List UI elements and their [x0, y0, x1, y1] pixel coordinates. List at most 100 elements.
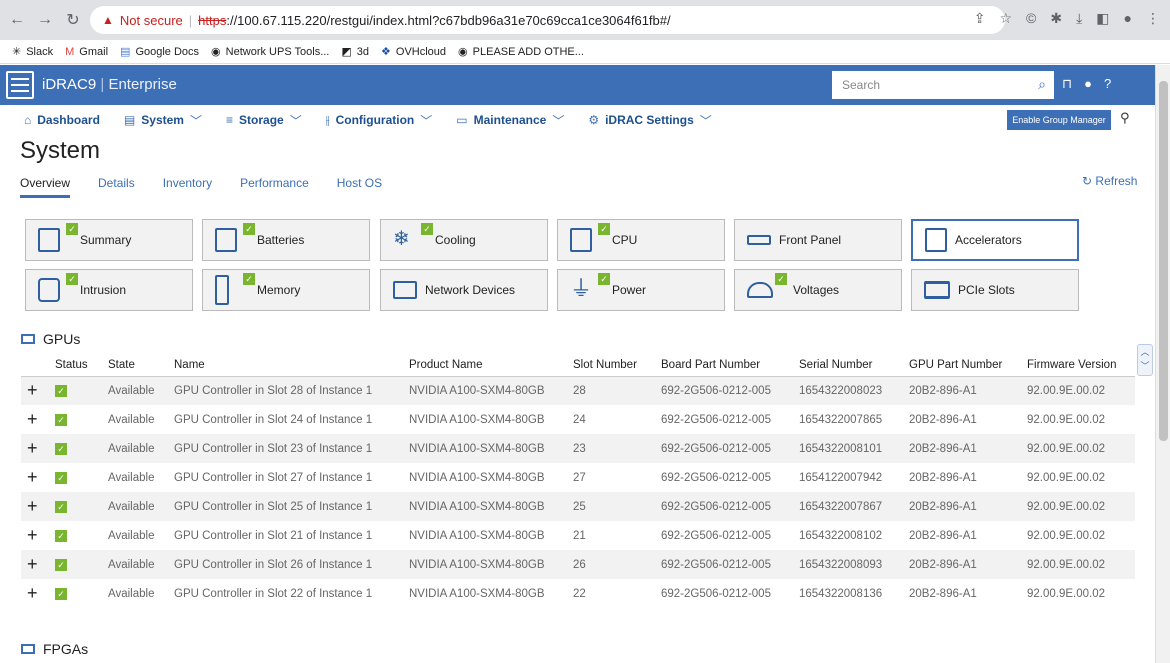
menu-maintenance[interactable]: ▭ Maintenance ﹀	[456, 112, 564, 129]
tile-front-panel[interactable]: Front Panel	[734, 219, 902, 261]
tile-voltages[interactable]: ✓ Voltages	[734, 269, 902, 311]
help-icon[interactable]: ?	[1104, 76, 1111, 92]
table-row[interactable]: + ✓ Available GPU Controller in Slot 21 of …	[21, 521, 1135, 550]
table-cell: 20B2-896-A1	[909, 550, 1027, 579]
col-board-part-number[interactable]: Board Part Number	[661, 354, 799, 377]
table-row[interactable]: + ✓ Available GPU Controller in Slot 26 of …	[21, 550, 1135, 579]
slack-icon: ✳	[12, 46, 22, 58]
tile-intrusion[interactable]: ✓ Intrusion	[25, 269, 193, 311]
back-icon[interactable]: ←	[6, 11, 28, 29]
tile-cooling[interactable]: ❄ ✓ Cooling	[380, 219, 548, 261]
bookmark-docs[interactable]: ▤ Google Docs	[120, 45, 199, 59]
more-icon[interactable]: ⋮	[1146, 10, 1160, 27]
network-icon	[393, 281, 417, 299]
pin-icon[interactable]: ⚲	[1120, 110, 1130, 126]
menu-dashboard[interactable]: ⌂ Dashboard	[24, 113, 100, 127]
sidepanel-icon[interactable]: ◧	[1096, 10, 1109, 27]
profile-icon[interactable]: ●	[1124, 10, 1132, 27]
chevron-down-icon[interactable]: ﹀	[1140, 361, 1149, 371]
expand-icon[interactable]: +	[21, 550, 55, 579]
col-status[interactable]: Status	[55, 354, 108, 377]
tile-cpu[interactable]: ✓ CPU	[557, 219, 725, 261]
expand-icon[interactable]: +	[21, 492, 55, 521]
cpu-icon	[570, 228, 592, 252]
page-scrollbar[interactable]	[1155, 65, 1170, 663]
chevron-down-icon: ﹀	[699, 113, 712, 128]
pcie-icon	[924, 281, 950, 299]
star-icon[interactable]: ☆	[999, 10, 1012, 27]
menu-configuration[interactable]: ⫲ Configuration ﹀	[326, 112, 433, 129]
col-firmware-version[interactable]: Firmware Version	[1027, 354, 1135, 377]
table-cell: Available	[108, 492, 174, 521]
tile-power[interactable]: ⏚ ✓ Power	[557, 269, 725, 311]
idrac-header: iDRAC9 | Enterprise Search ⌕ ⊓ ● ?	[0, 65, 1155, 105]
table-scroll-control[interactable]: ︿ ﹀	[1137, 344, 1153, 376]
bookmark-gmail[interactable]: M Gmail	[65, 46, 108, 58]
table-cell: NVIDIA A100-SXM4-80GB	[409, 529, 545, 542]
table-row[interactable]: + ✓ Available GPU Controller in Slot 25 of …	[21, 492, 1135, 521]
menu-system[interactable]: ▤ System ﹀	[124, 112, 202, 129]
globe-icon: ◉	[458, 46, 468, 58]
reload-icon[interactable]: ↻	[62, 10, 84, 30]
forward-icon[interactable]: →	[34, 11, 56, 29]
expand-icon[interactable]: +	[21, 579, 55, 608]
tab-host-os[interactable]: Host OS	[337, 176, 382, 198]
tile-network-devices[interactable]: Network Devices	[380, 269, 548, 311]
refresh-button[interactable]: ↻ Refresh	[1082, 174, 1137, 188]
bookmark-3d[interactable]: ◩ 3d	[341, 45, 369, 59]
share-icon[interactable]: ⇪	[974, 10, 986, 27]
bookmark-slack[interactable]: ✳ Slack	[12, 45, 53, 59]
table-cell: 92.00.9E.00.02	[1027, 587, 1106, 600]
table-row[interactable]: + ✓ Available GPU Controller in Slot 28 of …	[21, 376, 1135, 405]
menu-storage[interactable]: ≡ Storage ﹀	[226, 112, 302, 129]
table-row[interactable]: + ✓ Available GPU Controller in Slot 23 of …	[21, 434, 1135, 463]
table-cell: 692-2G506-0212-005	[661, 492, 799, 521]
ok-check-icon: ✓	[66, 223, 78, 235]
menu-idrac-settings[interactable]: ⚙ iDRAC Settings ﹀	[588, 112, 711, 129]
tab-performance[interactable]: Performance	[240, 176, 309, 198]
expand-icon[interactable]: +	[21, 434, 55, 463]
chevron-up-icon[interactable]: ︿	[1140, 347, 1149, 357]
expand-icon[interactable]: +	[21, 405, 55, 434]
download-icon[interactable]: ⤓	[1076, 10, 1082, 27]
search-input[interactable]: Search ⌕	[832, 71, 1054, 99]
tab-inventory[interactable]: Inventory	[163, 176, 212, 198]
tile-memory[interactable]: ✓ Memory	[202, 269, 370, 311]
expand-icon[interactable]: +	[21, 521, 55, 550]
col-name[interactable]: Name	[174, 354, 409, 377]
table-cell: 692-2G506-0212-005	[661, 434, 799, 463]
col-product-name[interactable]: Product Name	[409, 354, 573, 377]
snowflake-icon: ❄	[393, 228, 410, 250]
tile-pcie-slots[interactable]: PCIe Slots	[911, 269, 1079, 311]
address-bar[interactable]: ▲ Not secure | https ://100.67.115.220/r…	[90, 6, 1005, 34]
col-slot-number[interactable]: Slot Number	[573, 354, 661, 377]
col-state[interactable]: State	[108, 354, 174, 377]
tile-batteries[interactable]: ✓ Batteries	[202, 219, 370, 261]
ok-check-icon: ✓	[598, 273, 610, 285]
table-row[interactable]: + ✓ Available GPU Controller in Slot 24 of …	[21, 405, 1135, 434]
extension-icon[interactable]: ©	[1026, 10, 1036, 27]
tile-summary[interactable]: ✓ Summary	[25, 219, 193, 261]
bookmark-ovh[interactable]: ❖ OVHcloud	[381, 45, 446, 59]
puzzle-icon[interactable]: ✱	[1050, 10, 1062, 27]
bookmark-other[interactable]: ◉ PLEASE ADD OTHE...	[458, 45, 584, 59]
server-icon: ▤	[123, 113, 136, 127]
scrollbar-thumb[interactable]	[1159, 81, 1168, 441]
memory-icon	[215, 275, 229, 305]
expand-icon[interactable]: +	[21, 376, 55, 405]
table-row[interactable]: + ✓ Available GPU Controller in Slot 27 of …	[21, 463, 1135, 492]
col-gpu-part-number[interactable]: GPU Part Number	[909, 354, 1027, 377]
tile-accelerators[interactable]: Accelerators	[911, 219, 1079, 261]
bookmark-nut[interactable]: ◉ Network UPS Tools...	[211, 45, 329, 59]
chevron-down-icon: ﹀	[420, 113, 433, 128]
user-icon[interactable]: ●	[1084, 76, 1092, 92]
enable-group-manager-button[interactable]: Enable Group Manager	[1007, 110, 1111, 130]
lock-icon[interactable]: ⊓	[1062, 76, 1072, 92]
tab-details[interactable]: Details	[98, 176, 135, 198]
tab-overview[interactable]: Overview	[20, 176, 71, 198]
table-row[interactable]: + ✓ Available GPU Controller in Slot 22 of …	[21, 579, 1135, 608]
col-serial-number[interactable]: Serial Number	[799, 354, 909, 377]
search-icon[interactable]: ⌕	[1038, 76, 1046, 93]
expand-icon[interactable]: +	[21, 463, 55, 492]
table-cell: 1654322008093	[799, 550, 909, 579]
